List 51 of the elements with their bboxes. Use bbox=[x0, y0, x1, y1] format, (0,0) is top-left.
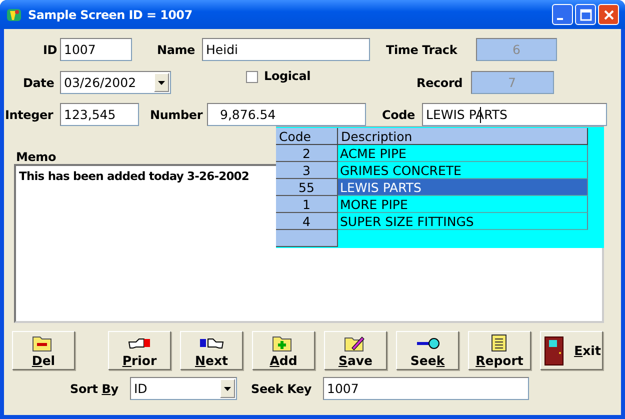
command-button[interactable]: Next bbox=[180, 331, 243, 370]
command-button[interactable]: Seek bbox=[396, 331, 459, 370]
caret-icon bbox=[224, 386, 231, 390]
input-field[interactable]: 1007 bbox=[60, 38, 132, 61]
list-item[interactable]: ACME PIPE bbox=[338, 145, 588, 162]
app-icon bbox=[6, 6, 22, 22]
field-label: Date bbox=[23, 76, 56, 90]
field-label: Name bbox=[157, 42, 196, 56]
door-icon bbox=[542, 336, 566, 366]
table-cell: 2 bbox=[276, 145, 338, 162]
checkbox-label: Logical bbox=[264, 68, 311, 82]
table-cell: 55 bbox=[276, 179, 338, 196]
list-item[interactable]: MORE PIPE bbox=[338, 196, 588, 213]
field-label: Integer bbox=[5, 108, 54, 122]
checkbox[interactable] bbox=[246, 70, 258, 82]
command-button[interactable]: Save bbox=[324, 331, 387, 370]
close-button[interactable] bbox=[598, 4, 619, 25]
input-field[interactable]: 123,545 bbox=[60, 103, 139, 126]
field-label: ID bbox=[42, 42, 57, 56]
table-cell: 3 bbox=[276, 162, 338, 179]
command-button[interactable]: Prior bbox=[108, 331, 171, 370]
list-item[interactable]: SUPER SIZE FITTINGS bbox=[338, 213, 588, 230]
column-header[interactable]: Code bbox=[276, 128, 338, 145]
field-label: Memo bbox=[16, 150, 56, 164]
field-label: Record bbox=[416, 76, 464, 90]
maximize-icon bbox=[580, 8, 592, 20]
command-button[interactable]: Del bbox=[12, 331, 75, 370]
minimize-icon bbox=[557, 18, 563, 20]
table-cell: 4 bbox=[276, 213, 338, 230]
input-field[interactable]: Heidi bbox=[202, 38, 370, 61]
list-item[interactable]: LEWIS PARTS bbox=[338, 179, 588, 196]
row-header bbox=[276, 230, 338, 247]
field-label: Code bbox=[382, 108, 416, 122]
column-header[interactable]: Description bbox=[338, 128, 588, 145]
field-label: Sort By bbox=[70, 382, 120, 396]
dropdown-field[interactable]: 03/26/2002 bbox=[60, 71, 171, 94]
command-button[interactable]: Exit bbox=[540, 331, 603, 370]
command-button[interactable]: Add bbox=[252, 331, 315, 370]
input-field[interactable]: 1007 bbox=[323, 377, 529, 400]
dropdown-field[interactable]: ID bbox=[130, 377, 237, 400]
input-field[interactable]: 9,876.54 bbox=[207, 103, 366, 126]
minimize-button[interactable] bbox=[552, 4, 573, 25]
command-button[interactable]: Report bbox=[468, 331, 531, 370]
maximize-button[interactable] bbox=[575, 4, 596, 25]
field-label: Seek Key bbox=[251, 382, 313, 396]
caret-icon bbox=[158, 80, 165, 84]
field-label: Number bbox=[150, 108, 204, 122]
field-label: Time Track bbox=[386, 42, 458, 56]
window-title: Sample Screen ID = 1007 bbox=[28, 8, 194, 22]
close-icon bbox=[602, 8, 614, 20]
table-cell: 1 bbox=[276, 196, 338, 213]
